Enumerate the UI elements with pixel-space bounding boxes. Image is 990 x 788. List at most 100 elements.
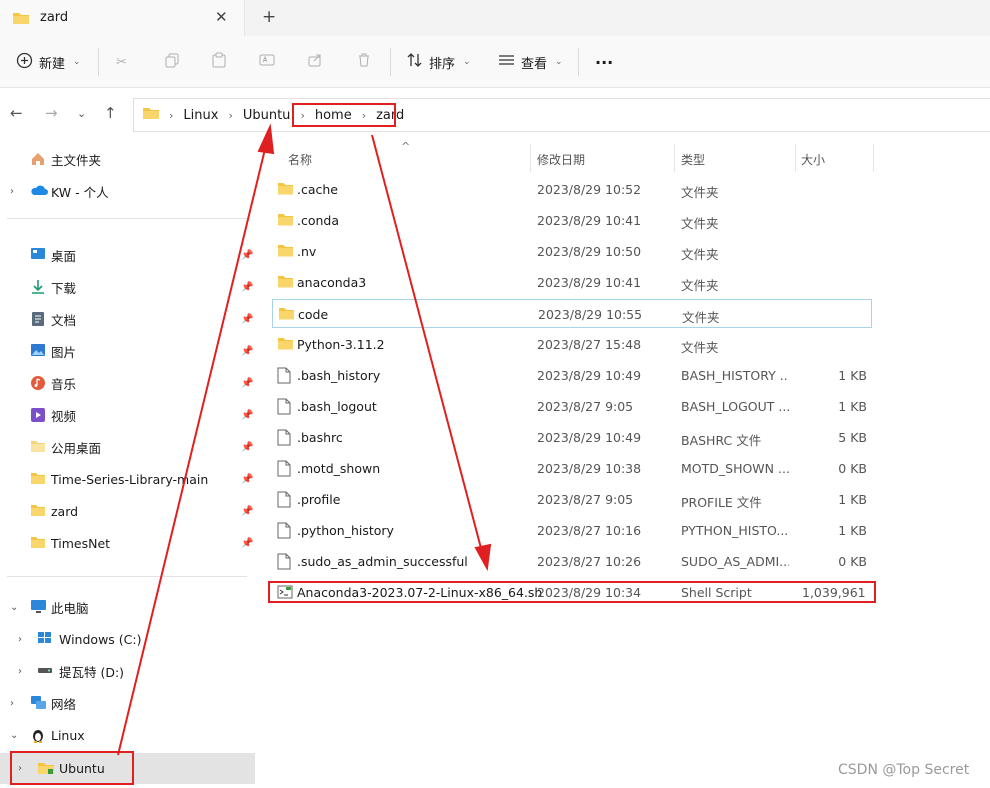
cut-button[interactable]: ✂ xyxy=(116,36,127,88)
navigation-pane: 主文件夹 › KW - 个人 桌面 📌 下载 📌 文档 📌 图片 📌 音乐 📌 … xyxy=(0,140,262,788)
share-button[interactable] xyxy=(307,36,323,88)
chevron-down-icon[interactable]: ⌄ xyxy=(10,730,18,741)
file-date: 2023/8/29 10:49 xyxy=(537,430,642,445)
chevron-down-icon[interactable]: ⌄ xyxy=(10,602,18,613)
sidebar-item-teyvat-d[interactable]: › 提瓦特 (D:) xyxy=(0,657,255,685)
sidebar-item-label: 此电脑 xyxy=(51,600,89,616)
divider xyxy=(7,218,247,219)
column-divider[interactable] xyxy=(674,144,675,172)
file-type: BASHRC 文件 xyxy=(681,433,762,448)
chevron-down-icon: ⌄ xyxy=(73,57,81,67)
new-button-label: 新建 xyxy=(39,56,66,72)
chevron-right-icon[interactable]: › xyxy=(10,186,14,197)
sidebar-item-public-desktop[interactable]: 公用桌面 📌 xyxy=(0,433,255,461)
table-row[interactable]: .bashrc 2023/8/29 10:49 BASHRC 文件 5 KB xyxy=(272,423,872,452)
sidebar-item-windows-c[interactable]: › Windows (C:) xyxy=(0,625,255,653)
sidebar-item-linux[interactable]: ⌄ Linux xyxy=(0,721,255,749)
chevron-right-icon[interactable]: › xyxy=(18,666,22,677)
file-icon xyxy=(277,429,291,449)
forward-arrow-icon[interactable]: → xyxy=(45,104,58,122)
table-row[interactable]: code 2023/8/29 10:55 文件夹 xyxy=(272,299,872,328)
sidebar-item-pictures[interactable]: 图片 📌 xyxy=(0,337,255,365)
address-bar[interactable]: › Linux › Ubuntu › home › zard xyxy=(133,98,990,132)
folder-icon xyxy=(277,274,294,292)
column-divider[interactable] xyxy=(795,144,796,172)
sidebar-item-time-series-library[interactable]: Time-Series-Library-main 📌 xyxy=(0,465,255,493)
table-row[interactable]: .python_history 2023/8/27 10:16 PYTHON_HIS… xyxy=(272,516,872,545)
chevron-right-icon[interactable]: › xyxy=(18,634,22,645)
crumb-ubuntu[interactable]: Ubuntu xyxy=(243,108,291,123)
more-options-button[interactable]: ··· xyxy=(595,36,613,88)
table-row[interactable]: .bash_logout 2023/8/27 9:05 BASH_LOGOUT ..… xyxy=(272,392,872,421)
column-divider[interactable] xyxy=(873,144,874,172)
view-button[interactable]: 查看 ⌄ xyxy=(498,36,563,88)
pin-icon[interactable]: 📌 xyxy=(241,442,253,453)
column-divider[interactable] xyxy=(530,144,531,172)
sidebar-item-music[interactable]: 音乐 📌 xyxy=(0,369,255,397)
folder-icon xyxy=(30,503,46,519)
pin-icon[interactable]: 📌 xyxy=(241,346,253,357)
table-row[interactable]: anaconda3 2023/8/29 10:41 文件夹 xyxy=(272,268,872,297)
sidebar-item-onedrive[interactable]: › KW - 个人 xyxy=(0,177,255,205)
table-row[interactable]: .profile 2023/8/27 9:05 PROFILE 文件 1 KB xyxy=(272,485,872,514)
sidebar-item-label: 网络 xyxy=(51,696,77,712)
desktop-icon xyxy=(30,247,46,263)
sidebar-item-downloads[interactable]: 下载 📌 xyxy=(0,273,255,301)
sidebar-item-home[interactable]: 主文件夹 xyxy=(0,145,255,173)
table-row[interactable]: .nv 2023/8/29 10:50 文件夹 xyxy=(272,237,872,266)
table-row[interactable]: .sudo_as_admin_successful 2023/8/27 10:26… xyxy=(272,547,872,576)
new-tab-button[interactable]: + xyxy=(262,7,276,27)
file-icon xyxy=(277,491,291,511)
recent-chevron-icon[interactable]: ⌄ xyxy=(77,107,86,120)
pin-icon[interactable]: 📌 xyxy=(241,410,253,421)
tab-zard[interactable]: zard ✕ xyxy=(0,0,245,36)
copy-button[interactable] xyxy=(164,36,180,88)
new-button[interactable]: 新建 ⌄ xyxy=(16,36,81,88)
column-header-name[interactable]: 名称 xyxy=(288,151,312,168)
crumb-linux[interactable]: Linux xyxy=(183,108,218,123)
sidebar-item-desktop[interactable]: 桌面 📌 xyxy=(0,241,255,269)
table-row[interactable]: Python-3.11.2 2023/8/27 15:48 文件夹 xyxy=(272,330,872,359)
file-icon xyxy=(277,398,291,418)
pin-icon[interactable]: 📌 xyxy=(241,538,253,549)
sidebar-item-timesnet[interactable]: TimesNet 📌 xyxy=(0,529,255,557)
file-type: PYTHON_HISTO... xyxy=(681,523,789,538)
divider xyxy=(390,48,391,76)
delete-button[interactable] xyxy=(356,36,372,88)
paste-button[interactable] xyxy=(211,36,227,88)
file-date: 2023/8/27 10:26 xyxy=(537,554,642,569)
sidebar-item-network[interactable]: › 网络 xyxy=(0,689,255,717)
close-icon[interactable]: ✕ xyxy=(215,8,228,26)
pin-icon[interactable]: 📌 xyxy=(241,250,253,261)
table-row[interactable]: .motd_shown 2023/8/29 10:38 MOTD_SHOWN ...… xyxy=(272,454,872,483)
chevron-right-icon: › xyxy=(169,108,174,122)
chevron-right-icon[interactable]: › xyxy=(10,698,14,709)
tab-title: zard xyxy=(40,10,69,25)
up-arrow-icon[interactable]: ↑ xyxy=(104,104,117,122)
column-header-type[interactable]: 类型 xyxy=(681,151,705,168)
table-row[interactable]: .bash_history 2023/8/29 10:49 BASH_HISTORY… xyxy=(272,361,872,390)
trash-icon xyxy=(356,52,372,72)
file-name: Python-3.11.2 xyxy=(297,337,385,352)
column-header-date[interactable]: 修改日期 xyxy=(537,151,585,168)
plus-circle-icon xyxy=(16,52,33,73)
file-icon xyxy=(277,367,291,387)
folder-icon xyxy=(278,306,295,324)
sort-button[interactable]: 排序 ⌄ xyxy=(406,36,471,88)
pin-icon[interactable]: 📌 xyxy=(241,282,253,293)
sidebar-item-videos[interactable]: 视频 📌 xyxy=(0,401,255,429)
pin-icon[interactable]: 📌 xyxy=(241,474,253,485)
file-type: 文件夹 xyxy=(681,340,719,355)
pin-icon[interactable]: 📌 xyxy=(241,506,253,517)
pin-icon[interactable]: 📌 xyxy=(241,314,253,325)
pin-icon[interactable]: 📌 xyxy=(241,378,253,389)
sidebar-item-documents[interactable]: 文档 📌 xyxy=(0,305,255,333)
table-row[interactable]: .conda 2023/8/29 10:41 文件夹 xyxy=(272,206,872,235)
sidebar-item-zard[interactable]: zard 📌 xyxy=(0,497,255,525)
rename-button[interactable] xyxy=(259,36,275,88)
table-row[interactable]: .cache 2023/8/29 10:52 文件夹 xyxy=(272,175,872,204)
sidebar-item-this-pc[interactable]: ⌄ 此电脑 xyxy=(0,593,255,621)
file-name: .sudo_as_admin_successful xyxy=(297,554,468,569)
column-header-size[interactable]: 大小 xyxy=(801,151,825,168)
back-arrow-icon[interactable]: ← xyxy=(10,104,23,122)
